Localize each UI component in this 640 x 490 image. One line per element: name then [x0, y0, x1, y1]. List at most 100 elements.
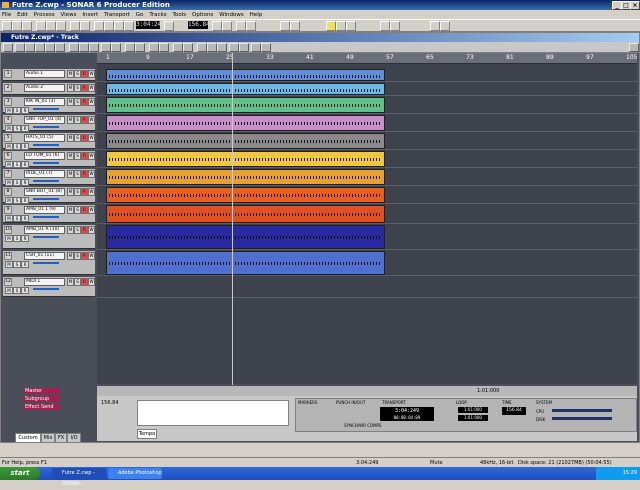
clips-pane[interactable]: [97, 64, 637, 384]
track-mute-small[interactable]: M: [5, 287, 13, 294]
track-mute-small[interactable]: M: [5, 197, 13, 204]
solo-button[interactable]: S: [74, 252, 81, 260]
track-solo-small[interactable]: S: [13, 197, 21, 204]
menu-edit[interactable]: Edit: [17, 12, 28, 18]
fx-icon[interactable]: [380, 21, 390, 31]
audio-clip[interactable]: [106, 97, 385, 113]
track-mute-small[interactable]: M: [5, 107, 13, 114]
zoom-tool-icon[interactable]: [55, 43, 65, 52]
tab-mix[interactable]: Mix: [41, 433, 55, 443]
menu-windows[interactable]: Windows: [219, 12, 244, 18]
track-mute-small[interactable]: M: [5, 235, 13, 242]
track-arm-small[interactable]: R: [21, 215, 29, 222]
track-arm-small[interactable]: R: [21, 261, 29, 268]
track-name[interactable]: HATS_01 (5): [24, 134, 65, 142]
snap-grid-icon[interactable]: [125, 43, 135, 52]
mute-button[interactable]: M: [67, 98, 74, 106]
tab-tempo[interactable]: Tempo: [137, 429, 157, 439]
track-name[interactable]: MIDI 1: [24, 278, 65, 286]
menu-go[interactable]: Go: [136, 12, 144, 18]
audio-clip[interactable]: [106, 133, 385, 149]
zoom-out-icon[interactable]: [290, 21, 300, 31]
track-solo-small[interactable]: S: [13, 161, 21, 168]
track-name[interactable]: SNR BOT_01 (8): [24, 188, 65, 196]
track-6[interactable]: 6 LO TOM_01 (6) M S R W M S R: [3, 151, 95, 168]
track-3[interactable]: 3 KIK IN_01 (3) M S R W M S R: [3, 97, 95, 114]
zoom-fit-icon[interactable]: [629, 43, 639, 52]
rewind-icon[interactable]: [94, 21, 104, 31]
bus-master[interactable]: Master: [23, 388, 59, 394]
view-all-icon[interactable]: [69, 43, 79, 52]
audio-clip[interactable]: [106, 83, 385, 95]
write-button[interactable]: W: [88, 84, 95, 92]
loop-end[interactable]: 1:01:000: [458, 415, 488, 421]
volume-slider[interactable]: [33, 180, 59, 182]
menu-tracks[interactable]: Tracks: [149, 12, 166, 18]
track-name[interactable]: RIDE_01 (7): [24, 170, 65, 178]
mute-button[interactable]: M: [67, 116, 74, 124]
track-name[interactable]: Audio 1: [24, 70, 65, 78]
tempo-grid[interactable]: [137, 400, 289, 426]
track-12[interactable]: 12 MIDI 1 M S R W M S R: [3, 277, 95, 297]
scissors-icon[interactable]: [207, 43, 217, 52]
track-solo-small[interactable]: S: [13, 179, 21, 186]
record-arm-button[interactable]: R: [81, 252, 88, 260]
track-arm-small[interactable]: R: [21, 235, 29, 242]
record-arm-button[interactable]: R: [81, 226, 88, 234]
tab-custom[interactable]: Custom: [15, 433, 41, 443]
audio-clip[interactable]: [106, 69, 385, 81]
solo-button[interactable]: S: [74, 188, 81, 196]
timeline-ruler[interactable]: 1 9 17 25 33 41 49 57 65 73 81 89 97 105: [97, 53, 637, 64]
audio-scale-icon[interactable]: [251, 43, 261, 52]
envelope-icon[interactable]: [159, 43, 169, 52]
play-icon[interactable]: [114, 21, 124, 31]
write-button[interactable]: W: [88, 278, 95, 286]
audio-clip[interactable]: [106, 169, 385, 185]
track-arm-small[interactable]: R: [21, 287, 29, 294]
track-name[interactable]: AMB_01 L (9): [24, 206, 65, 214]
select-tool-icon[interactable]: [15, 43, 25, 52]
track-mute-small[interactable]: M: [5, 261, 13, 268]
audio-clip[interactable]: [106, 187, 385, 203]
pencil-icon[interactable]: [197, 43, 207, 52]
transport-smpte[interactable]: 00:00:04:09: [380, 415, 434, 421]
menu-insert[interactable]: Insert: [82, 12, 98, 18]
track-name[interactable]: SNR TOP_01 (4): [24, 116, 65, 124]
marker-next-icon[interactable]: [346, 21, 356, 31]
track-7[interactable]: 7 RIDE_01 (7) M S R W M S R: [3, 169, 95, 186]
metronome-icon[interactable]: [212, 21, 222, 31]
track-mute-small[interactable]: M: [5, 179, 13, 186]
bus-subgroup[interactable]: Subgroup: [23, 396, 59, 402]
marker-icon[interactable]: [326, 21, 336, 31]
solo-button[interactable]: S: [74, 116, 81, 124]
task-photoshop[interactable]: Adobe Photoshop: [108, 468, 162, 479]
track-name[interactable]: KIK IN_01 (3): [24, 98, 65, 106]
stop-icon[interactable]: [104, 21, 114, 31]
console-icon[interactable]: [246, 21, 256, 31]
transport-time[interactable]: 3:04:249: [380, 407, 434, 415]
mute-button[interactable]: M: [67, 134, 74, 142]
volume-slider[interactable]: [33, 262, 59, 264]
mute-button[interactable]: M: [67, 152, 74, 160]
menu-options[interactable]: Options: [192, 12, 213, 18]
automation-icon[interactable]: [149, 43, 159, 52]
punch-icon[interactable]: [440, 21, 450, 31]
new-icon[interactable]: [2, 21, 12, 31]
volume-slider[interactable]: [33, 162, 59, 164]
tab-io[interactable]: I/O: [67, 433, 81, 443]
track-menu-icon[interactable]: [3, 43, 13, 52]
inspector-icon[interactable]: [261, 43, 271, 52]
system-clock[interactable]: 15:29: [596, 467, 640, 480]
volume-slider[interactable]: [33, 144, 59, 146]
marquee-icon[interactable]: [217, 43, 227, 52]
menu-file[interactable]: File: [2, 12, 11, 18]
record-arm-button[interactable]: R: [81, 84, 88, 92]
track-arm-small[interactable]: R: [21, 179, 29, 186]
track-mute-small[interactable]: M: [5, 143, 13, 150]
write-button[interactable]: W: [88, 226, 95, 234]
move-tool-icon[interactable]: [25, 43, 35, 52]
track-solo-small[interactable]: S: [13, 143, 21, 150]
mute-tool-icon[interactable]: [101, 43, 111, 52]
marker-prev-icon[interactable]: [336, 21, 346, 31]
track-11[interactable]: 11 CSH_01 (11) M S R W M S R: [3, 251, 95, 275]
